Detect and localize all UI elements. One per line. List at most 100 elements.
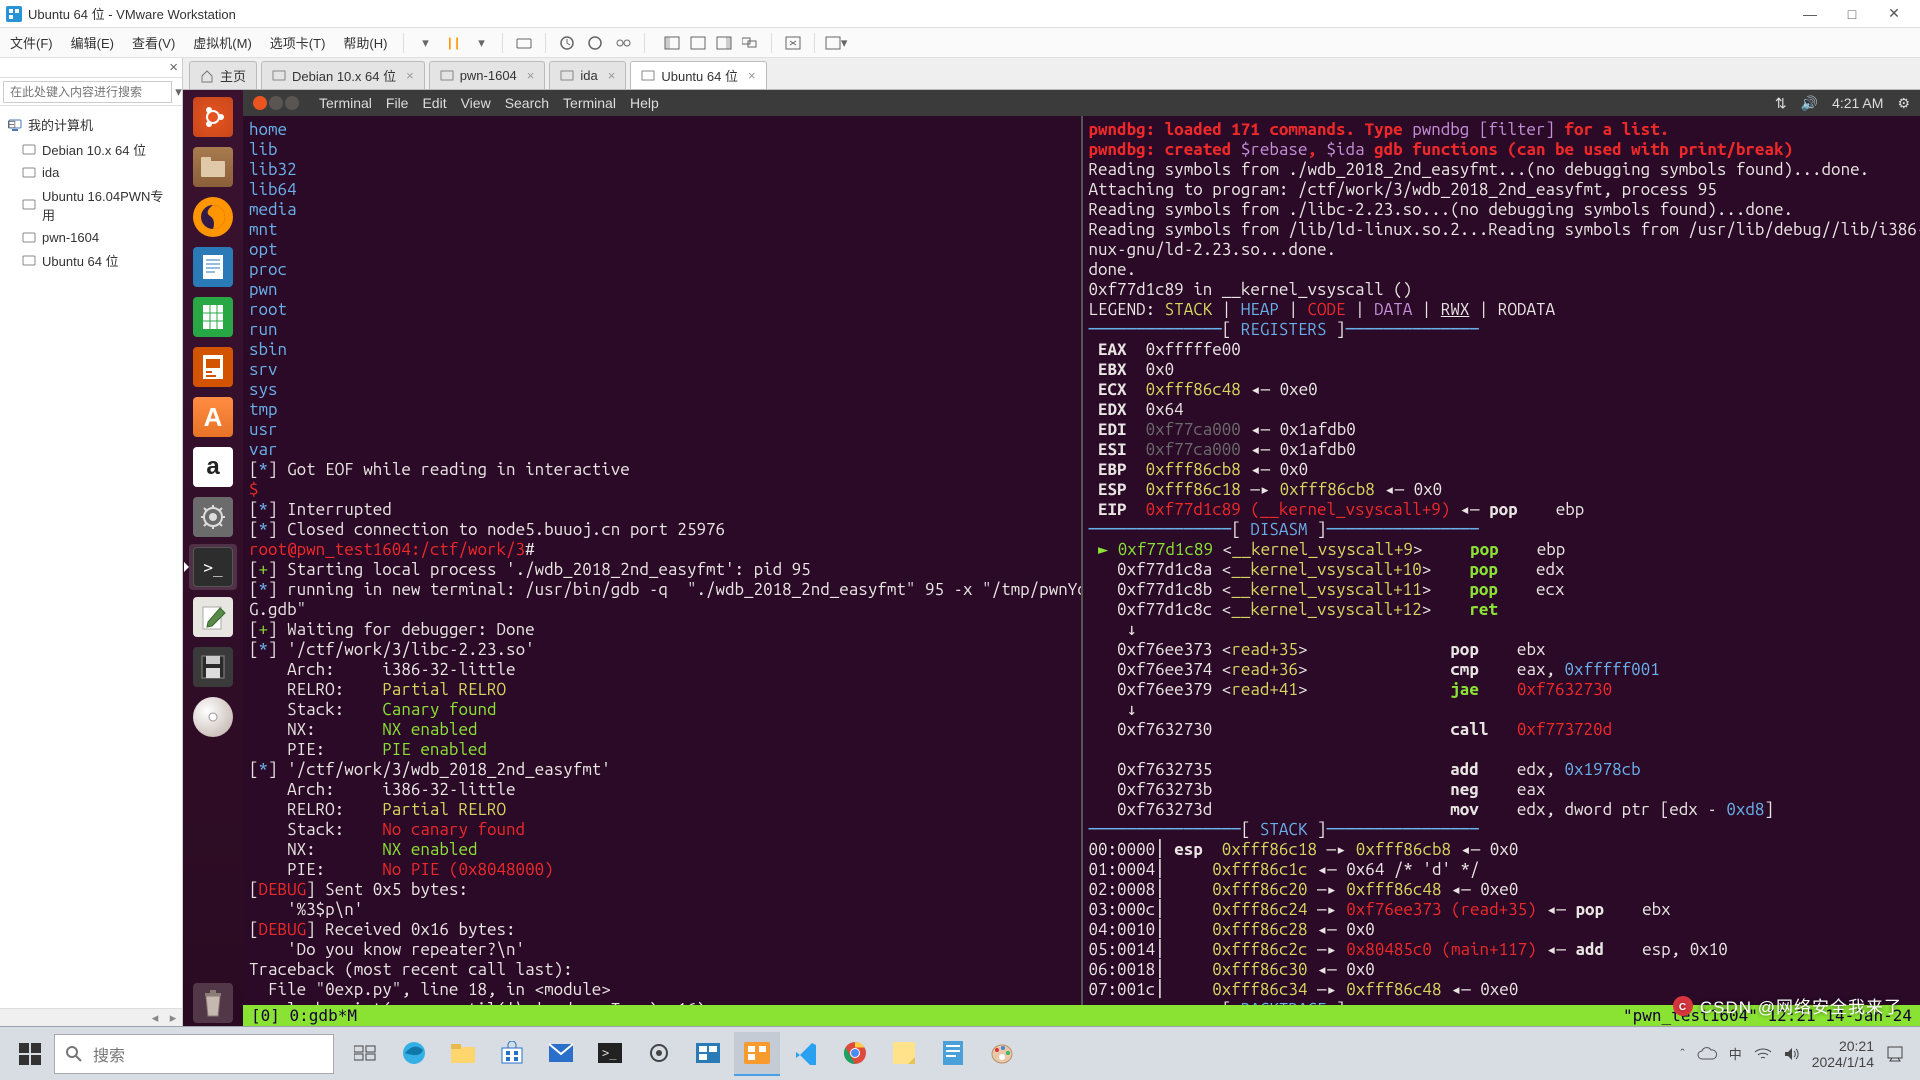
tab-vm[interactable]: ida× [549,61,626,89]
tray-onedrive-icon[interactable] [1697,1047,1717,1061]
launcher-editor[interactable] [189,594,237,640]
app-notes[interactable] [930,1032,976,1076]
notification-icon[interactable] [1886,1045,1904,1063]
menu-file[interactable]: File [386,95,409,111]
close-dot[interactable] [253,96,267,110]
max-dot[interactable] [285,96,299,110]
launcher-calc[interactable] [189,294,237,340]
taskbar-search[interactable]: 搜索 [54,1034,334,1074]
app-edge[interactable] [391,1032,437,1076]
network-icon[interactable]: ⇅ [1775,95,1787,112]
tray-expand-icon[interactable]: ˆ [1680,1046,1684,1061]
unity-button[interactable]: ▾ [825,32,847,54]
launcher-save[interactable] [189,644,237,690]
tab-close-icon[interactable]: × [608,68,616,83]
sidebar-close-icon[interactable]: × [169,59,178,76]
tree-item[interactable]: pwn-1604 [4,227,178,248]
tree-item[interactable]: Ubuntu 64 位 [4,248,178,273]
app-paint[interactable] [979,1032,1025,1076]
launcher-firefox[interactable] [189,194,237,240]
app-terminal[interactable]: >_ [587,1032,633,1076]
viewmode-2[interactable] [687,32,709,54]
menu-terminal[interactable]: Terminal [563,95,616,111]
suspend-button[interactable]: ▾ [470,32,492,54]
scroll-right-icon[interactable]: ▸ [164,1010,182,1026]
snapshot-button[interactable] [556,32,578,54]
menu-view[interactable]: View [461,95,491,111]
clock[interactable]: 4:21 AM [1832,95,1883,111]
app-misc[interactable] [685,1032,731,1076]
expand-icon[interactable]: ⊟ [7,118,16,131]
session-icon[interactable]: ⚙ [1897,95,1910,112]
viewmode-3[interactable] [713,32,735,54]
viewmode-4[interactable] [739,32,761,54]
launcher-dash[interactable] [189,94,237,140]
app-vscode[interactable] [783,1032,829,1076]
app-vmware[interactable] [734,1032,780,1076]
vm-screen[interactable]: A a >_ Terminal File Edit [183,90,1920,1026]
tree-item[interactable]: ida [4,162,178,183]
launcher-dvd[interactable] [189,694,237,740]
menu-view[interactable]: 查看(V) [126,29,181,56]
min-dot[interactable] [269,96,283,110]
tree-item[interactable]: Ubuntu 16.04PWN专用 [4,183,178,227]
tray-input-icon[interactable]: 中 [1729,1044,1742,1063]
app-sticky[interactable] [881,1032,927,1076]
terminal-body[interactable]: homeliblib32lib64mediamntoptprocpwnrootr… [243,116,1920,1026]
tray-wifi-icon[interactable] [1754,1047,1772,1061]
launcher-terminal[interactable]: >_ [189,544,237,590]
spreadsheet-icon [193,297,233,337]
tab-close-icon[interactable]: × [527,68,535,83]
launcher-amazon[interactable]: a [189,444,237,490]
launcher-impress[interactable] [189,344,237,390]
tab-close-icon[interactable]: × [748,68,756,83]
pause-button[interactable]: | | [442,32,464,54]
menu-search[interactable]: Search [505,95,549,111]
launcher-trash[interactable] [189,980,237,1026]
app-explorer[interactable] [440,1032,486,1076]
app-chrome[interactable] [832,1032,878,1076]
tab-label: pwn-1604 [460,68,517,83]
scroll-left-icon[interactable]: ◂ [146,1010,164,1026]
taskbar-clock[interactable]: 20:21 2024/1/14 [1812,1038,1874,1070]
minimize-button[interactable]: — [1790,2,1830,26]
viewmode-1[interactable] [661,32,683,54]
launcher-writer[interactable] [189,244,237,290]
manage-snapshot-button[interactable] [612,32,634,54]
task-view[interactable] [342,1032,388,1076]
tab-home[interactable]: 主页 [189,61,257,89]
sidebar-scrollbar[interactable]: ◂ ▸ [0,1008,182,1026]
tab-vm-active[interactable]: Ubuntu 64 位× [630,61,766,89]
close-button[interactable]: ✕ [1874,2,1914,26]
tree-item[interactable]: Debian 10.x 64 位 [4,137,178,162]
app-store[interactable] [489,1032,535,1076]
launcher-settings[interactable] [189,494,237,540]
terminal-left-pane[interactable]: homeliblib32lib64mediamntoptprocpwnrootr… [243,116,1083,1026]
send-key-button[interactable] [513,32,535,54]
menu-edit[interactable]: 编辑(E) [65,29,120,56]
menu-file[interactable]: 文件(F) [4,29,59,56]
revert-button[interactable] [584,32,606,54]
fullscreen-button[interactable] [782,32,804,54]
sound-icon[interactable]: 🔊 [1801,95,1818,112]
menu-help[interactable]: Help [630,95,659,111]
power-dropdown[interactable]: ▾ [414,32,436,54]
launcher-software[interactable]: A [189,394,237,440]
menu-tabs[interactable]: 选项卡(T) [264,29,332,56]
maximize-button[interactable]: □ [1832,2,1872,26]
tree-root[interactable]: ⊟ 我的计算机 [4,112,178,137]
app-settings[interactable] [636,1032,682,1076]
tray-sound-icon[interactable] [1784,1047,1800,1061]
launcher-files[interactable] [189,144,237,190]
menu-edit[interactable]: Edit [422,95,446,111]
tab-close-icon[interactable]: × [406,68,414,83]
terminal-right-pane[interactable]: pwndbg: loaded 171 commands. Type pwndbg… [1083,116,1920,1026]
menu-help[interactable]: 帮助(H) [337,29,393,56]
tab-vm[interactable]: Debian 10.x 64 位× [261,61,425,89]
tab-vm[interactable]: pwn-1604 × [429,61,546,89]
library-search-input[interactable] [3,81,172,103]
start-button[interactable] [6,1032,54,1076]
search-dropdown-icon[interactable]: ▾ [175,78,182,105]
menu-vm[interactable]: 虚拟机(M) [187,29,258,56]
app-mail[interactable] [538,1032,584,1076]
